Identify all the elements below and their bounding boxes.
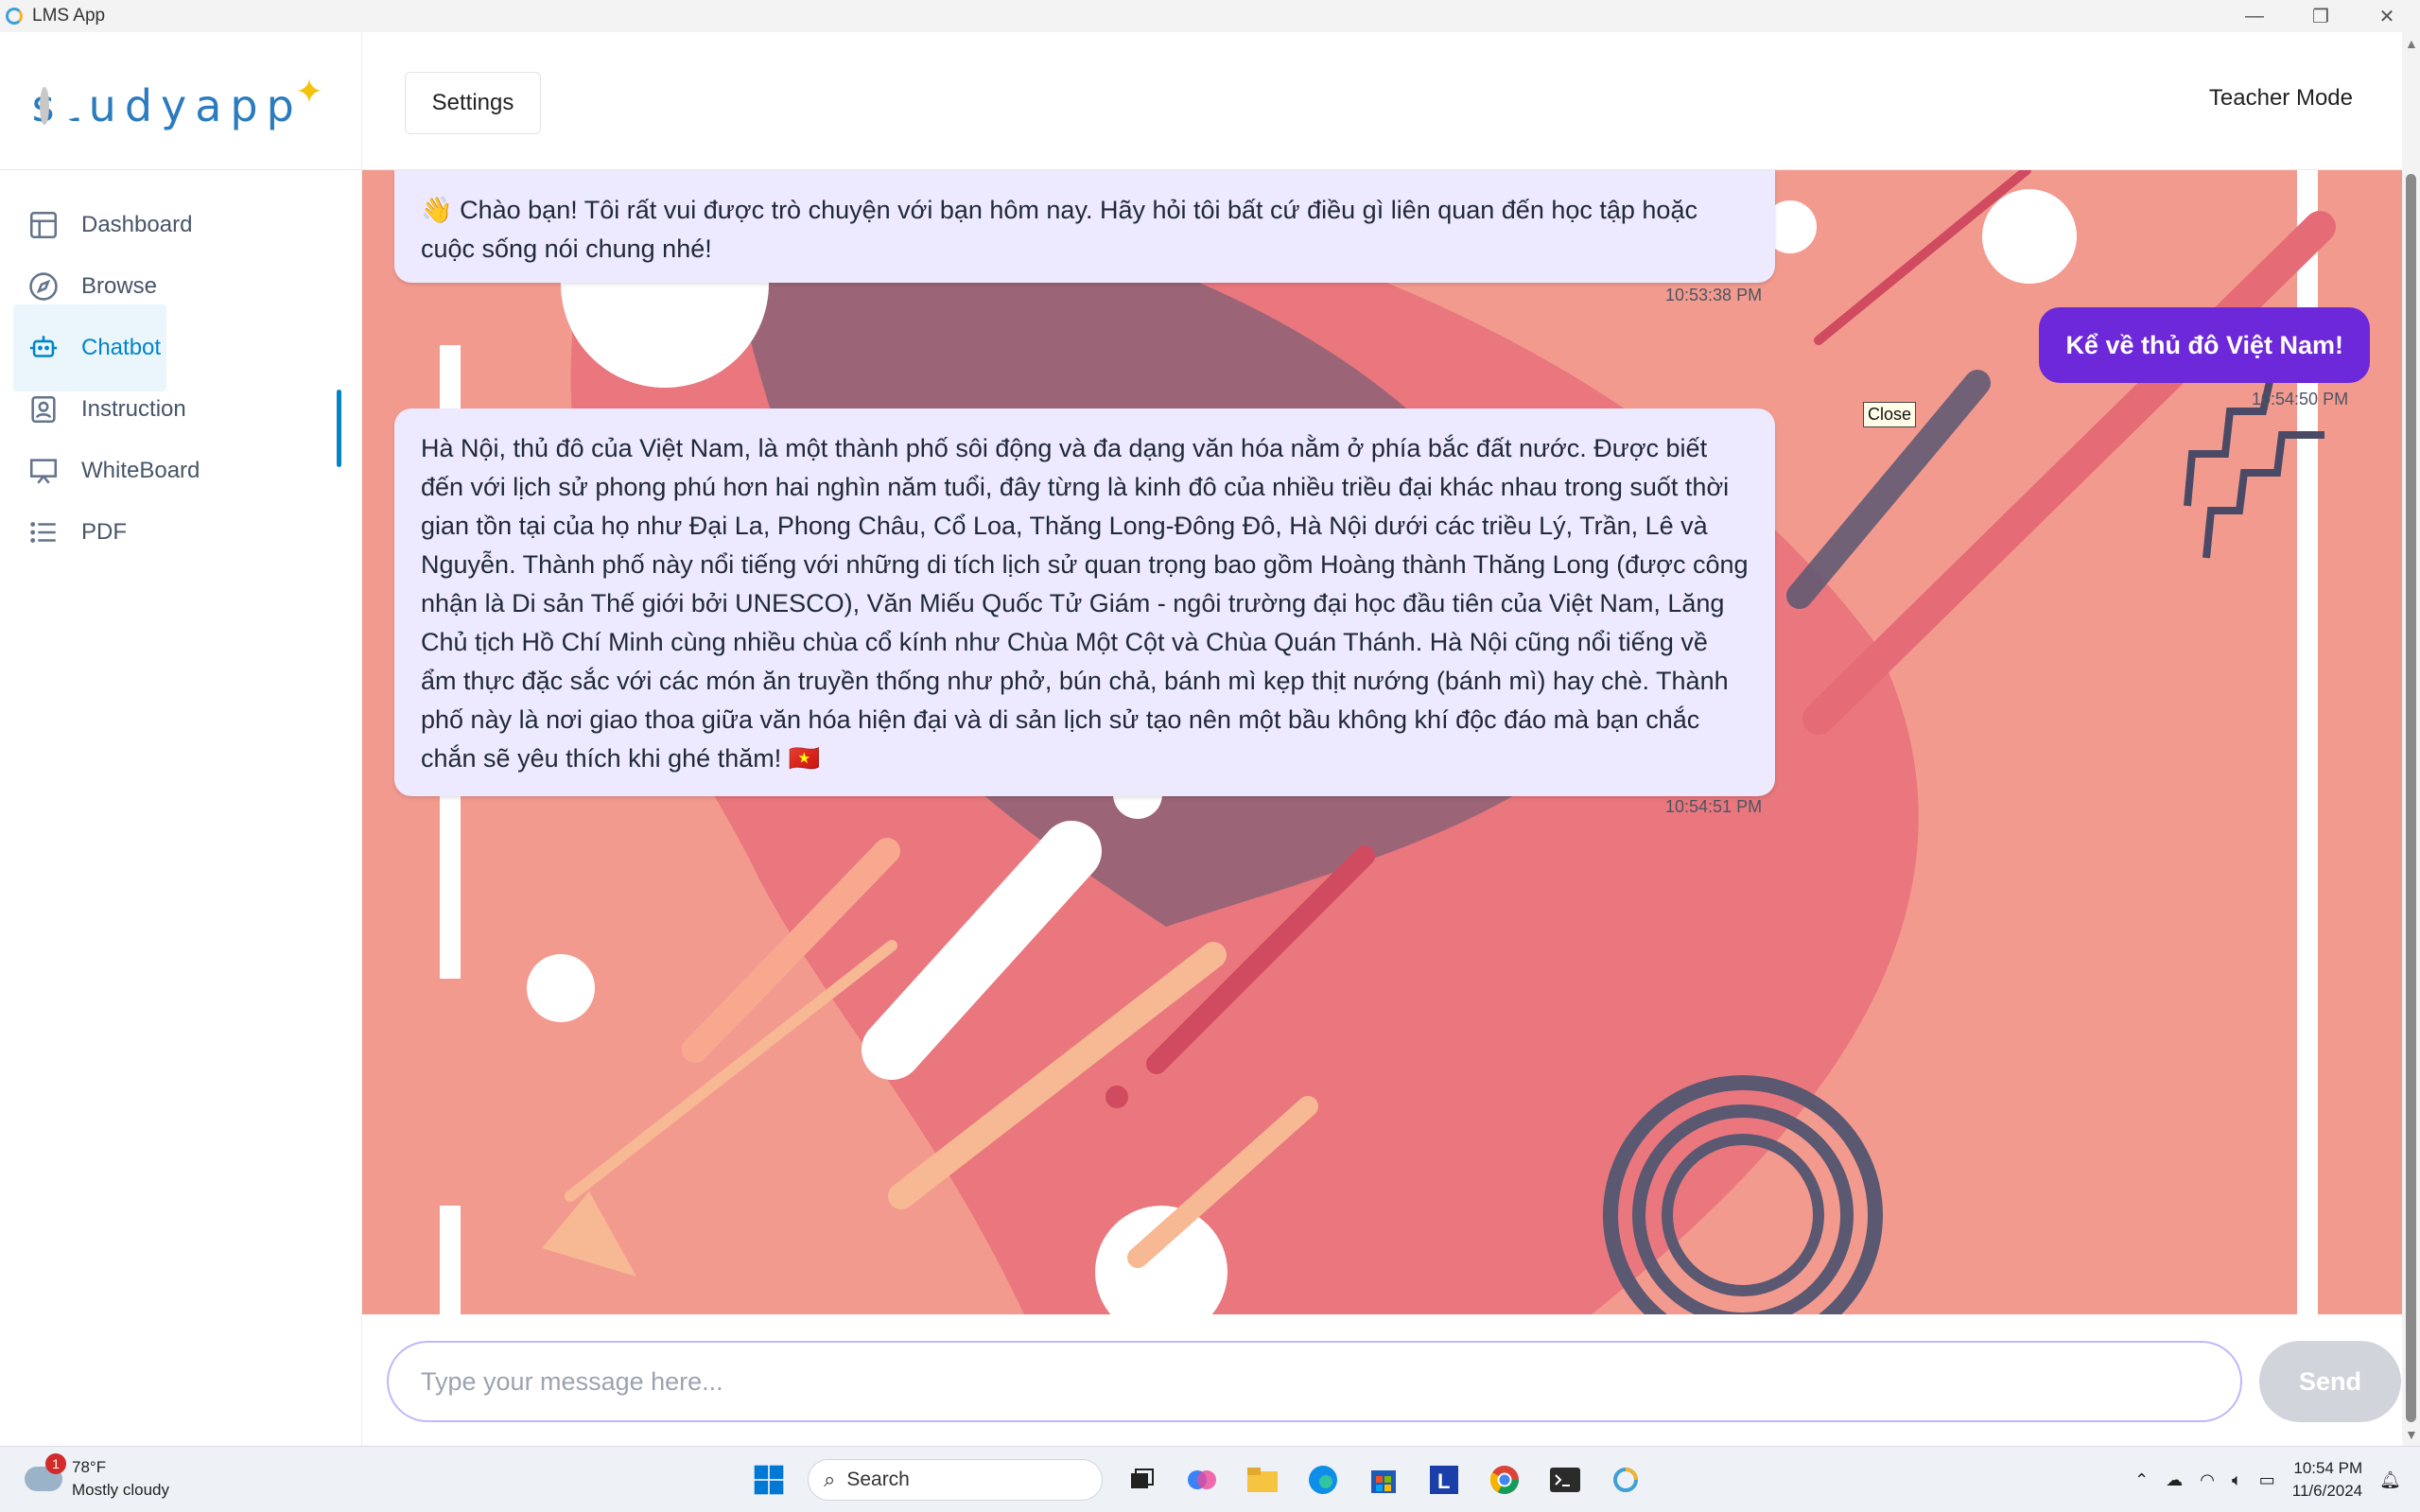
window-title: LMS App bbox=[32, 6, 106, 26]
chevron-up-icon[interactable]: ⌃ bbox=[2134, 1470, 2149, 1490]
svg-text:L: L bbox=[1437, 1469, 1450, 1493]
message-timestamp: 10:54:51 PM bbox=[1665, 797, 1763, 816]
bot-icon bbox=[26, 331, 61, 365]
sidebar-item-label: PDF bbox=[81, 519, 127, 545]
search-icon: ⌕ bbox=[824, 1468, 836, 1491]
bot-message-bubble: 👋 Chào bạn! Tôi rất vui được trò chuyện … bbox=[394, 170, 1775, 283]
sidebar-item-label: Chatbot bbox=[81, 335, 162, 360]
search-label: Search bbox=[846, 1469, 910, 1490]
minimize-icon[interactable]: — bbox=[2221, 0, 2288, 32]
weather-widget[interactable]: 1 78°F Mostly cloudy bbox=[25, 1453, 169, 1502]
send-button[interactable]: Send bbox=[2259, 1341, 2401, 1422]
scroll-up-icon[interactable]: ▲ bbox=[2405, 36, 2418, 51]
message-timestamp: 10:54:50 PM bbox=[2252, 390, 2349, 408]
system-tray: ⌃ ☁ ◠ 🔈︎ ▭ 10:54 PM 11/6/2024 🔔︎ bbox=[2134, 1454, 2401, 1505]
window-controls: — ❐ ✕ bbox=[2221, 0, 2420, 32]
weather-description: Mostly cloudy bbox=[72, 1481, 169, 1499]
message-timestamp: 10:53:38 PM bbox=[1665, 286, 1763, 304]
message-text: 👋 Chào bạn! Tôi rất vui được trò chuyện … bbox=[421, 196, 1697, 263]
bot-message-bubble: Hà Nội, thủ đô của Việt Nam, là một thàn… bbox=[394, 408, 1775, 796]
active-indicator bbox=[337, 390, 341, 467]
close-tooltip: Close bbox=[1863, 402, 1917, 427]
app-header: studyapp ✦ Settings Teacher Mode bbox=[0, 32, 2402, 170]
clock-time: 10:54 PM bbox=[2293, 1459, 2363, 1477]
taskbar-search[interactable]: ⌕ Search bbox=[808, 1459, 1103, 1501]
message-text: Hà Nội, thủ đô của Việt Nam, là một thàn… bbox=[421, 434, 1749, 773]
battery-icon[interactable]: ▭ bbox=[2259, 1470, 2275, 1490]
dashboard-icon bbox=[26, 208, 61, 242]
presentation-icon bbox=[26, 454, 61, 488]
store-icon[interactable] bbox=[1362, 1458, 1405, 1502]
sparkle-icon: ✦ bbox=[294, 72, 323, 111]
message-composer: Send bbox=[362, 1314, 2402, 1446]
task-view-icon[interactable] bbox=[1120, 1458, 1163, 1502]
volume-icon[interactable]: 🔈︎ bbox=[2232, 1470, 2242, 1490]
sidebar-item-label: WhiteBoard bbox=[81, 458, 200, 483]
settings-button[interactable]: Settings bbox=[405, 72, 541, 134]
weather-temperature: 78°F bbox=[72, 1458, 107, 1476]
scrollbar[interactable]: ▲ ▼ bbox=[2402, 32, 2420, 1446]
scroll-down-icon[interactable]: ▼ bbox=[2405, 1427, 2418, 1442]
app-icon bbox=[6, 8, 23, 25]
taskbar-clock[interactable]: 10:54 PM 11/6/2024 bbox=[2292, 1457, 2362, 1503]
close-window-icon[interactable]: ✕ bbox=[2354, 0, 2420, 32]
copilot-icon[interactable] bbox=[1180, 1458, 1224, 1502]
terminal-icon[interactable] bbox=[1543, 1458, 1587, 1502]
weather-text: 78°F Mostly cloudy bbox=[72, 1456, 169, 1502]
edge-browser-icon[interactable] bbox=[1301, 1458, 1345, 1502]
sidebar-item-label: Browse bbox=[81, 273, 158, 299]
sidebar: Dashboard Browse Chatbot Instruction Whi… bbox=[0, 170, 362, 1512]
message-input[interactable] bbox=[387, 1341, 2242, 1422]
contact-book-icon bbox=[26, 392, 61, 426]
cloudy-weather-icon: 1 bbox=[25, 1453, 66, 1491]
maximize-icon[interactable]: ❐ bbox=[2288, 0, 2354, 32]
window-title-bar: LMS App — ❐ ✕ bbox=[0, 0, 2420, 32]
notification-bell-icon[interactable]: 🔔︎ bbox=[2379, 1470, 2401, 1490]
logo-moon-icon bbox=[40, 85, 84, 125]
chrome-icon[interactable] bbox=[1483, 1458, 1526, 1502]
file-explorer-icon[interactable] bbox=[1241, 1458, 1284, 1502]
notification-badge: 1 bbox=[45, 1453, 66, 1474]
compass-icon bbox=[26, 269, 61, 304]
chat-panel: 👋 Chào bạn! Tôi rất vui được trò chuyện … bbox=[362, 170, 2402, 1314]
sidebar-item-pdf[interactable]: PDF bbox=[26, 489, 127, 576]
scrollbar-thumb[interactable] bbox=[2406, 174, 2416, 1422]
taskbar-apps: ⌕ Search L bbox=[747, 1456, 1647, 1503]
list-icon bbox=[26, 515, 61, 549]
onedrive-icon[interactable]: ☁ bbox=[2166, 1470, 2183, 1490]
sidebar-item-label: Instruction bbox=[81, 396, 186, 422]
windows-start-icon[interactable] bbox=[747, 1458, 791, 1502]
lms-app-taskbar-icon[interactable] bbox=[1604, 1458, 1647, 1502]
message-text: Kể về thủ đô Việt Nam! bbox=[2065, 330, 2343, 359]
sidebar-item-label: Dashboard bbox=[81, 212, 193, 237]
clock-date: 11/6/2024 bbox=[2291, 1482, 2363, 1500]
wifi-icon[interactable]: ◠ bbox=[2200, 1470, 2215, 1490]
l-app-icon[interactable]: L bbox=[1422, 1458, 1466, 1502]
taskbar: 1 78°F Mostly cloudy ⌕ Search L ⌃ ☁ ◠ 🔈︎… bbox=[0, 1446, 2420, 1512]
user-message-bubble: Kể về thủ đô Việt Nam! bbox=[2039, 307, 2370, 383]
teacher-mode-button[interactable]: Teacher Mode bbox=[2209, 85, 2353, 112]
studyapp-logo[interactable]: studyapp ✦ bbox=[32, 72, 323, 140]
header-divider bbox=[361, 32, 362, 170]
